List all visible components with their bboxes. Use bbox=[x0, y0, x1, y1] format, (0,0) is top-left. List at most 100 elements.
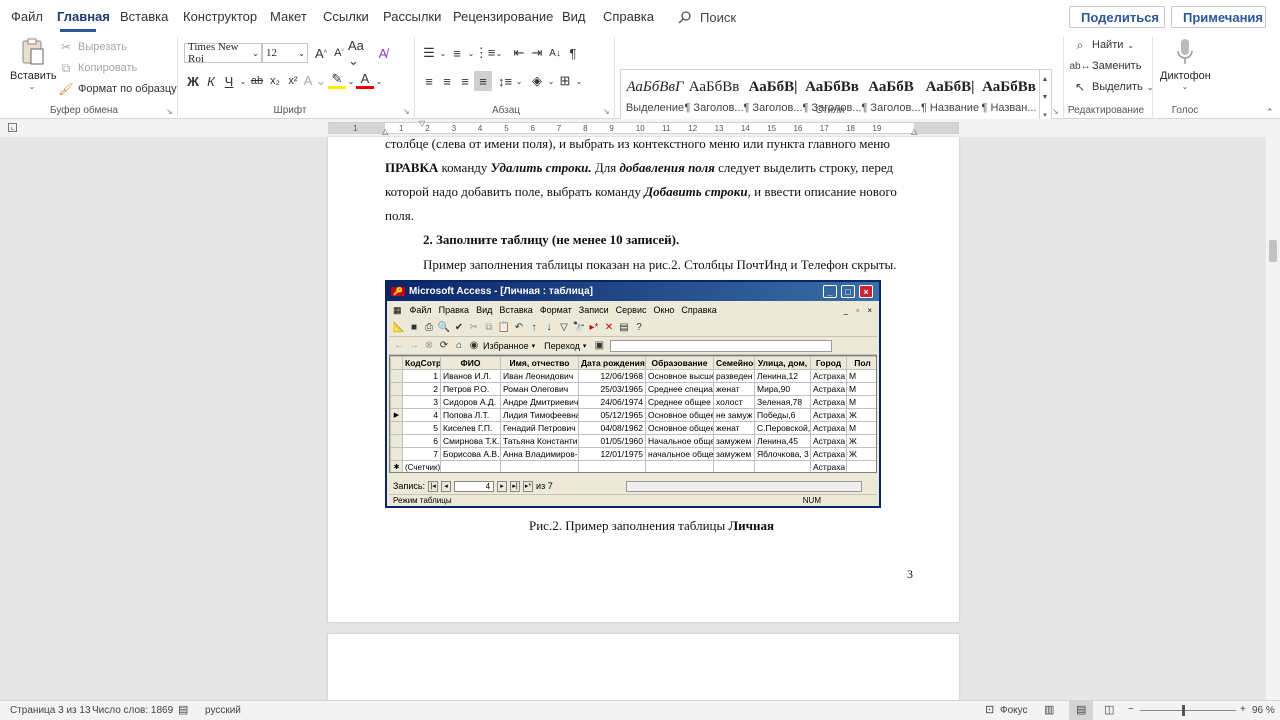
tab-help[interactable]: Справка bbox=[603, 9, 654, 24]
align-right-icon[interactable]: ≡ bbox=[456, 71, 474, 91]
web-layout-icon[interactable]: ◫ bbox=[1104, 703, 1114, 716]
tab-mailings[interactable]: Рассылки bbox=[383, 9, 441, 24]
zoom-slider-thumb[interactable] bbox=[1182, 705, 1185, 716]
format-painter-button[interactable]: 🖌 Формат по образцу bbox=[58, 81, 176, 97]
dictate-button[interactable]: Диктофон ⌄ bbox=[1160, 37, 1211, 91]
dialog-launcher-icon[interactable]: ↘ bbox=[403, 107, 410, 116]
chevron-down-icon[interactable]: ⌄ bbox=[514, 71, 524, 91]
style-item[interactable]: АаБбВв ¶ Назван... bbox=[979, 70, 1039, 124]
comments-button[interactable]: Примечания bbox=[1171, 6, 1266, 28]
tab-insert[interactable]: Вставка bbox=[120, 9, 168, 24]
page-count[interactable]: Страница 3 из 13 bbox=[10, 705, 91, 716]
chevron-down-icon[interactable]: ⌄ bbox=[438, 43, 448, 63]
chevron-down-icon[interactable]: ⌄ bbox=[546, 71, 556, 91]
scroll-down-icon[interactable]: ▼ bbox=[1039, 88, 1050, 106]
help-icon: ? bbox=[636, 322, 642, 333]
zoom-in-icon[interactable]: + bbox=[1240, 704, 1246, 715]
shading-icon[interactable]: ◈ bbox=[528, 71, 546, 91]
strikethrough-icon[interactable]: ab bbox=[248, 71, 266, 91]
select-button[interactable]: ↖ Выделить ⌄ bbox=[1072, 79, 1153, 95]
align-center-icon[interactable]: ≡ bbox=[438, 71, 456, 91]
align-left-icon[interactable]: ≡ bbox=[420, 71, 438, 91]
language[interactable]: русский bbox=[205, 705, 241, 716]
ruler-tick-label: 16 bbox=[793, 124, 803, 133]
table-cell bbox=[754, 460, 811, 472]
clear-formatting-icon[interactable]: A̸ bbox=[374, 43, 392, 63]
tab-references[interactable]: Ссылки bbox=[323, 9, 369, 24]
print-layout-icon[interactable]: ▤ bbox=[1076, 703, 1086, 716]
chevron-down-icon[interactable]: ⌄ bbox=[494, 43, 504, 63]
font-color-icon[interactable]: A bbox=[356, 71, 374, 89]
font-name-combo[interactable]: Times New Roi ⌄ bbox=[184, 41, 262, 65]
chevron-down-icon[interactable]: ⌄ bbox=[238, 71, 248, 91]
justify-icon[interactable]: ≡ bbox=[474, 71, 492, 91]
style-item[interactable]: АаБбВ ¶ Заголов... bbox=[861, 70, 921, 124]
font-size-combo[interactable]: 12 ⌄ bbox=[262, 43, 308, 63]
first-line-indent-marker[interactable]: ▽ bbox=[419, 119, 425, 128]
zoom-out-icon[interactable]: − bbox=[1128, 704, 1134, 715]
dialog-launcher-icon[interactable]: ↘ bbox=[603, 107, 610, 116]
grow-font-icon[interactable]: A ^ bbox=[312, 43, 330, 63]
sort-icon[interactable]: A↓ bbox=[546, 43, 564, 63]
dialog-launcher-icon[interactable]: ↘ bbox=[1052, 107, 1059, 116]
cut-button[interactable]: ✂ Вырезать bbox=[58, 39, 127, 55]
pilcrow-icon[interactable]: ¶ bbox=[564, 43, 582, 63]
search-box[interactable]: Поиск bbox=[678, 8, 736, 26]
right-indent-marker[interactable]: △ bbox=[911, 127, 917, 136]
dialog-launcher-icon[interactable]: ↘ bbox=[166, 107, 173, 116]
replace-button[interactable]: ab↔ Заменить bbox=[1069, 58, 1142, 74]
focus-icon[interactable]: ⊡ bbox=[985, 703, 994, 716]
column-header: Улица, дом, bbox=[754, 356, 811, 370]
table-cell: 1 bbox=[402, 369, 441, 383]
vertical-scrollbar[interactable] bbox=[1266, 137, 1280, 700]
scroll-up-icon[interactable]: ▲ bbox=[1039, 70, 1050, 88]
shrink-font-icon[interactable]: Aˇ bbox=[330, 43, 348, 63]
line-spacing-icon[interactable]: ↕≡ bbox=[496, 71, 514, 91]
collapse-ribbon-icon[interactable]: ⌃ bbox=[1266, 107, 1274, 118]
superscript-icon[interactable]: x² bbox=[284, 71, 302, 91]
borders-icon[interactable]: ⊞ bbox=[556, 71, 574, 91]
paste-button[interactable]: Вставить ⌄ bbox=[10, 37, 57, 91]
left-indent-marker[interactable]: △ bbox=[382, 127, 388, 136]
tab-selector-icon[interactable]: ⌞ bbox=[8, 123, 17, 132]
text-effects-icon[interactable]: A ⌄ bbox=[302, 71, 328, 91]
zoom-slider[interactable] bbox=[1140, 710, 1236, 711]
tab-home[interactable]: Главная bbox=[57, 9, 110, 24]
zoom-level[interactable]: 96 % bbox=[1252, 705, 1275, 716]
tab-review[interactable]: Рецензирование bbox=[453, 9, 553, 24]
copy-button[interactable]: ⧉ Копировать bbox=[58, 60, 138, 76]
numbering-icon[interactable]: ≡ bbox=[448, 43, 466, 63]
read-mode-icon[interactable]: ▥ bbox=[1044, 703, 1054, 716]
share-button[interactable]: Поделиться bbox=[1069, 6, 1165, 28]
scrollbar-thumb[interactable] bbox=[1269, 240, 1277, 262]
style-item[interactable]: АаБбВвГ Выделение bbox=[625, 70, 685, 124]
bold-icon[interactable]: Ж bbox=[184, 71, 202, 91]
decrease-indent-icon[interactable]: ⇤ bbox=[510, 43, 528, 63]
style-item[interactable]: АаБбВв ¶ Заголов... bbox=[684, 70, 744, 124]
find-button[interactable]: ⌕ Найти ⌄ bbox=[1072, 37, 1134, 53]
increase-indent-icon[interactable]: ⇥ bbox=[528, 43, 546, 63]
bullets-icon[interactable]: ☰ bbox=[420, 43, 438, 63]
tab-design[interactable]: Конструктор bbox=[183, 9, 257, 24]
ruler-strip[interactable]: 1 1 2 3 4 5 6 7 8 9 10 11 12 13 14 15 16 17 18 19 ▽ △ △ bbox=[328, 119, 959, 136]
sort-desc-icon: ↓ bbox=[546, 322, 552, 333]
chevron-down-icon[interactable]: ⌄ bbox=[346, 71, 356, 91]
highlight-icon[interactable]: ✎ bbox=[328, 71, 346, 89]
focus-mode[interactable]: Фокус bbox=[1000, 705, 1028, 716]
chevron-down-icon[interactable]: ⌄ bbox=[574, 71, 584, 91]
style-item[interactable]: АаБбВ| ¶ Название bbox=[920, 70, 980, 124]
tab-view[interactable]: Вид bbox=[562, 9, 586, 24]
underline-icon[interactable]: Ч bbox=[220, 71, 238, 91]
italic-icon[interactable]: К bbox=[202, 71, 220, 91]
multilevel-list-icon[interactable]: ⋮≡ bbox=[475, 43, 496, 63]
proofing-icon[interactable]: ▤ bbox=[178, 703, 188, 716]
subscript-icon[interactable]: x₂ bbox=[266, 71, 284, 91]
chevron-down-icon[interactable]: ⌄ bbox=[374, 71, 384, 91]
tab-file[interactable]: Файл bbox=[11, 9, 43, 24]
document-page-next[interactable] bbox=[328, 634, 959, 700]
word-count[interactable]: Число слов: 1869 bbox=[92, 705, 173, 716]
tab-layout[interactable]: Макет bbox=[270, 9, 307, 24]
style-item[interactable]: АаБбВ| ¶ Заголов... bbox=[743, 70, 803, 124]
change-case-icon[interactable]: Aa ⌄ bbox=[348, 38, 374, 68]
replace-label: Заменить bbox=[1092, 60, 1142, 72]
